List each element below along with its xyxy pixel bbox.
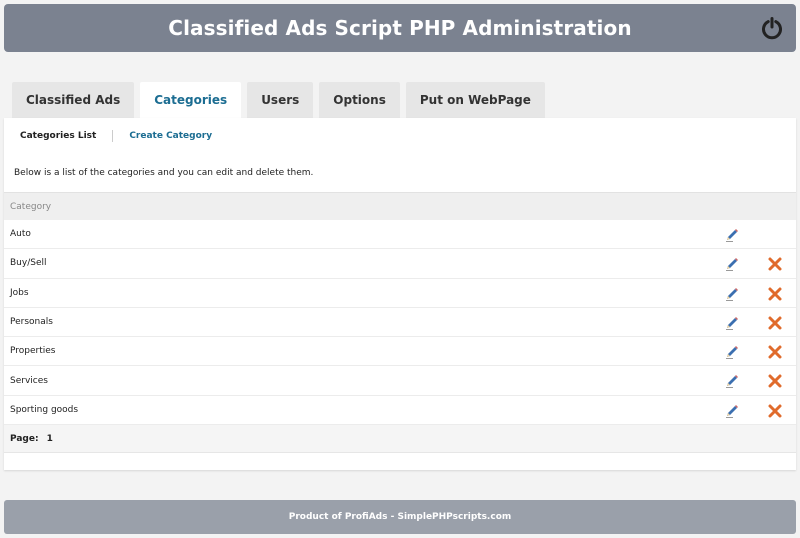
- pencil-icon[interactable]: [724, 403, 740, 419]
- close-icon[interactable]: [767, 344, 783, 360]
- intro-text: Below is a list of the categories and yo…: [14, 168, 314, 178]
- pagination: Page: 1: [4, 425, 796, 454]
- close-icon[interactable]: [767, 286, 783, 302]
- admin-header: Classified Ads Script PHP Administration: [4, 4, 796, 52]
- category-name: Properties: [10, 346, 56, 357]
- pencil-icon[interactable]: [724, 286, 740, 302]
- pencil-icon[interactable]: [724, 373, 740, 389]
- categories-table: Category Auto Buy/Sell Jobs Personals Proper…: [4, 192, 796, 454]
- table-row: Services: [4, 366, 796, 396]
- close-icon[interactable]: [767, 403, 783, 419]
- category-name: Jobs: [10, 287, 29, 298]
- tab-categories[interactable]: Categories: [140, 82, 242, 118]
- pencil-icon[interactable]: [724, 315, 740, 331]
- tab-classified-ads[interactable]: Classified Ads: [12, 82, 135, 118]
- category-name: Sporting goods: [10, 404, 79, 415]
- category-name: Personals: [10, 317, 53, 328]
- tab-put-on-webpage[interactable]: Put on WebPage: [405, 82, 545, 118]
- close-icon[interactable]: [767, 256, 783, 272]
- footer-text: Product of ProfiAds - SimplePHPscripts.c…: [288, 512, 512, 522]
- sub-navigation: Categories List Create Category: [20, 130, 212, 142]
- close-icon[interactable]: [767, 373, 783, 389]
- categories-panel: Categories List Create Category Below is…: [4, 118, 796, 470]
- page-number-1[interactable]: 1: [47, 434, 53, 444]
- tab-users[interactable]: Users: [247, 82, 314, 118]
- page-label: Page:: [10, 433, 39, 444]
- category-name: Buy/Sell: [10, 258, 47, 269]
- pencil-icon[interactable]: [724, 256, 740, 272]
- table-row: Jobs: [4, 279, 796, 308]
- table-row: Sporting goods: [4, 396, 796, 426]
- page-title: Classified Ads Script PHP Administration: [168, 16, 632, 40]
- power-icon[interactable]: [760, 16, 784, 40]
- table-row: Buy/Sell: [4, 249, 796, 279]
- create-category-link[interactable]: Create Category: [129, 131, 212, 141]
- category-name: Services: [10, 375, 48, 386]
- table-row: Auto: [4, 220, 796, 250]
- subnav-divider: [112, 130, 114, 142]
- main-tabs: Classified Ads Categories Users Options …: [12, 82, 551, 118]
- pencil-icon[interactable]: [724, 344, 740, 360]
- pencil-icon[interactable]: [724, 227, 740, 243]
- categories-list-link[interactable]: Categories List: [20, 131, 96, 141]
- column-header-category: Category: [10, 201, 52, 212]
- tab-options[interactable]: Options: [319, 82, 400, 118]
- table-row: Personals: [4, 308, 796, 338]
- footer: Product of ProfiAds - SimplePHPscripts.c…: [4, 500, 796, 534]
- category-name: Auto: [10, 229, 31, 240]
- table-header: Category: [4, 192, 796, 220]
- close-icon[interactable]: [767, 315, 783, 331]
- table-row: Properties: [4, 337, 796, 367]
